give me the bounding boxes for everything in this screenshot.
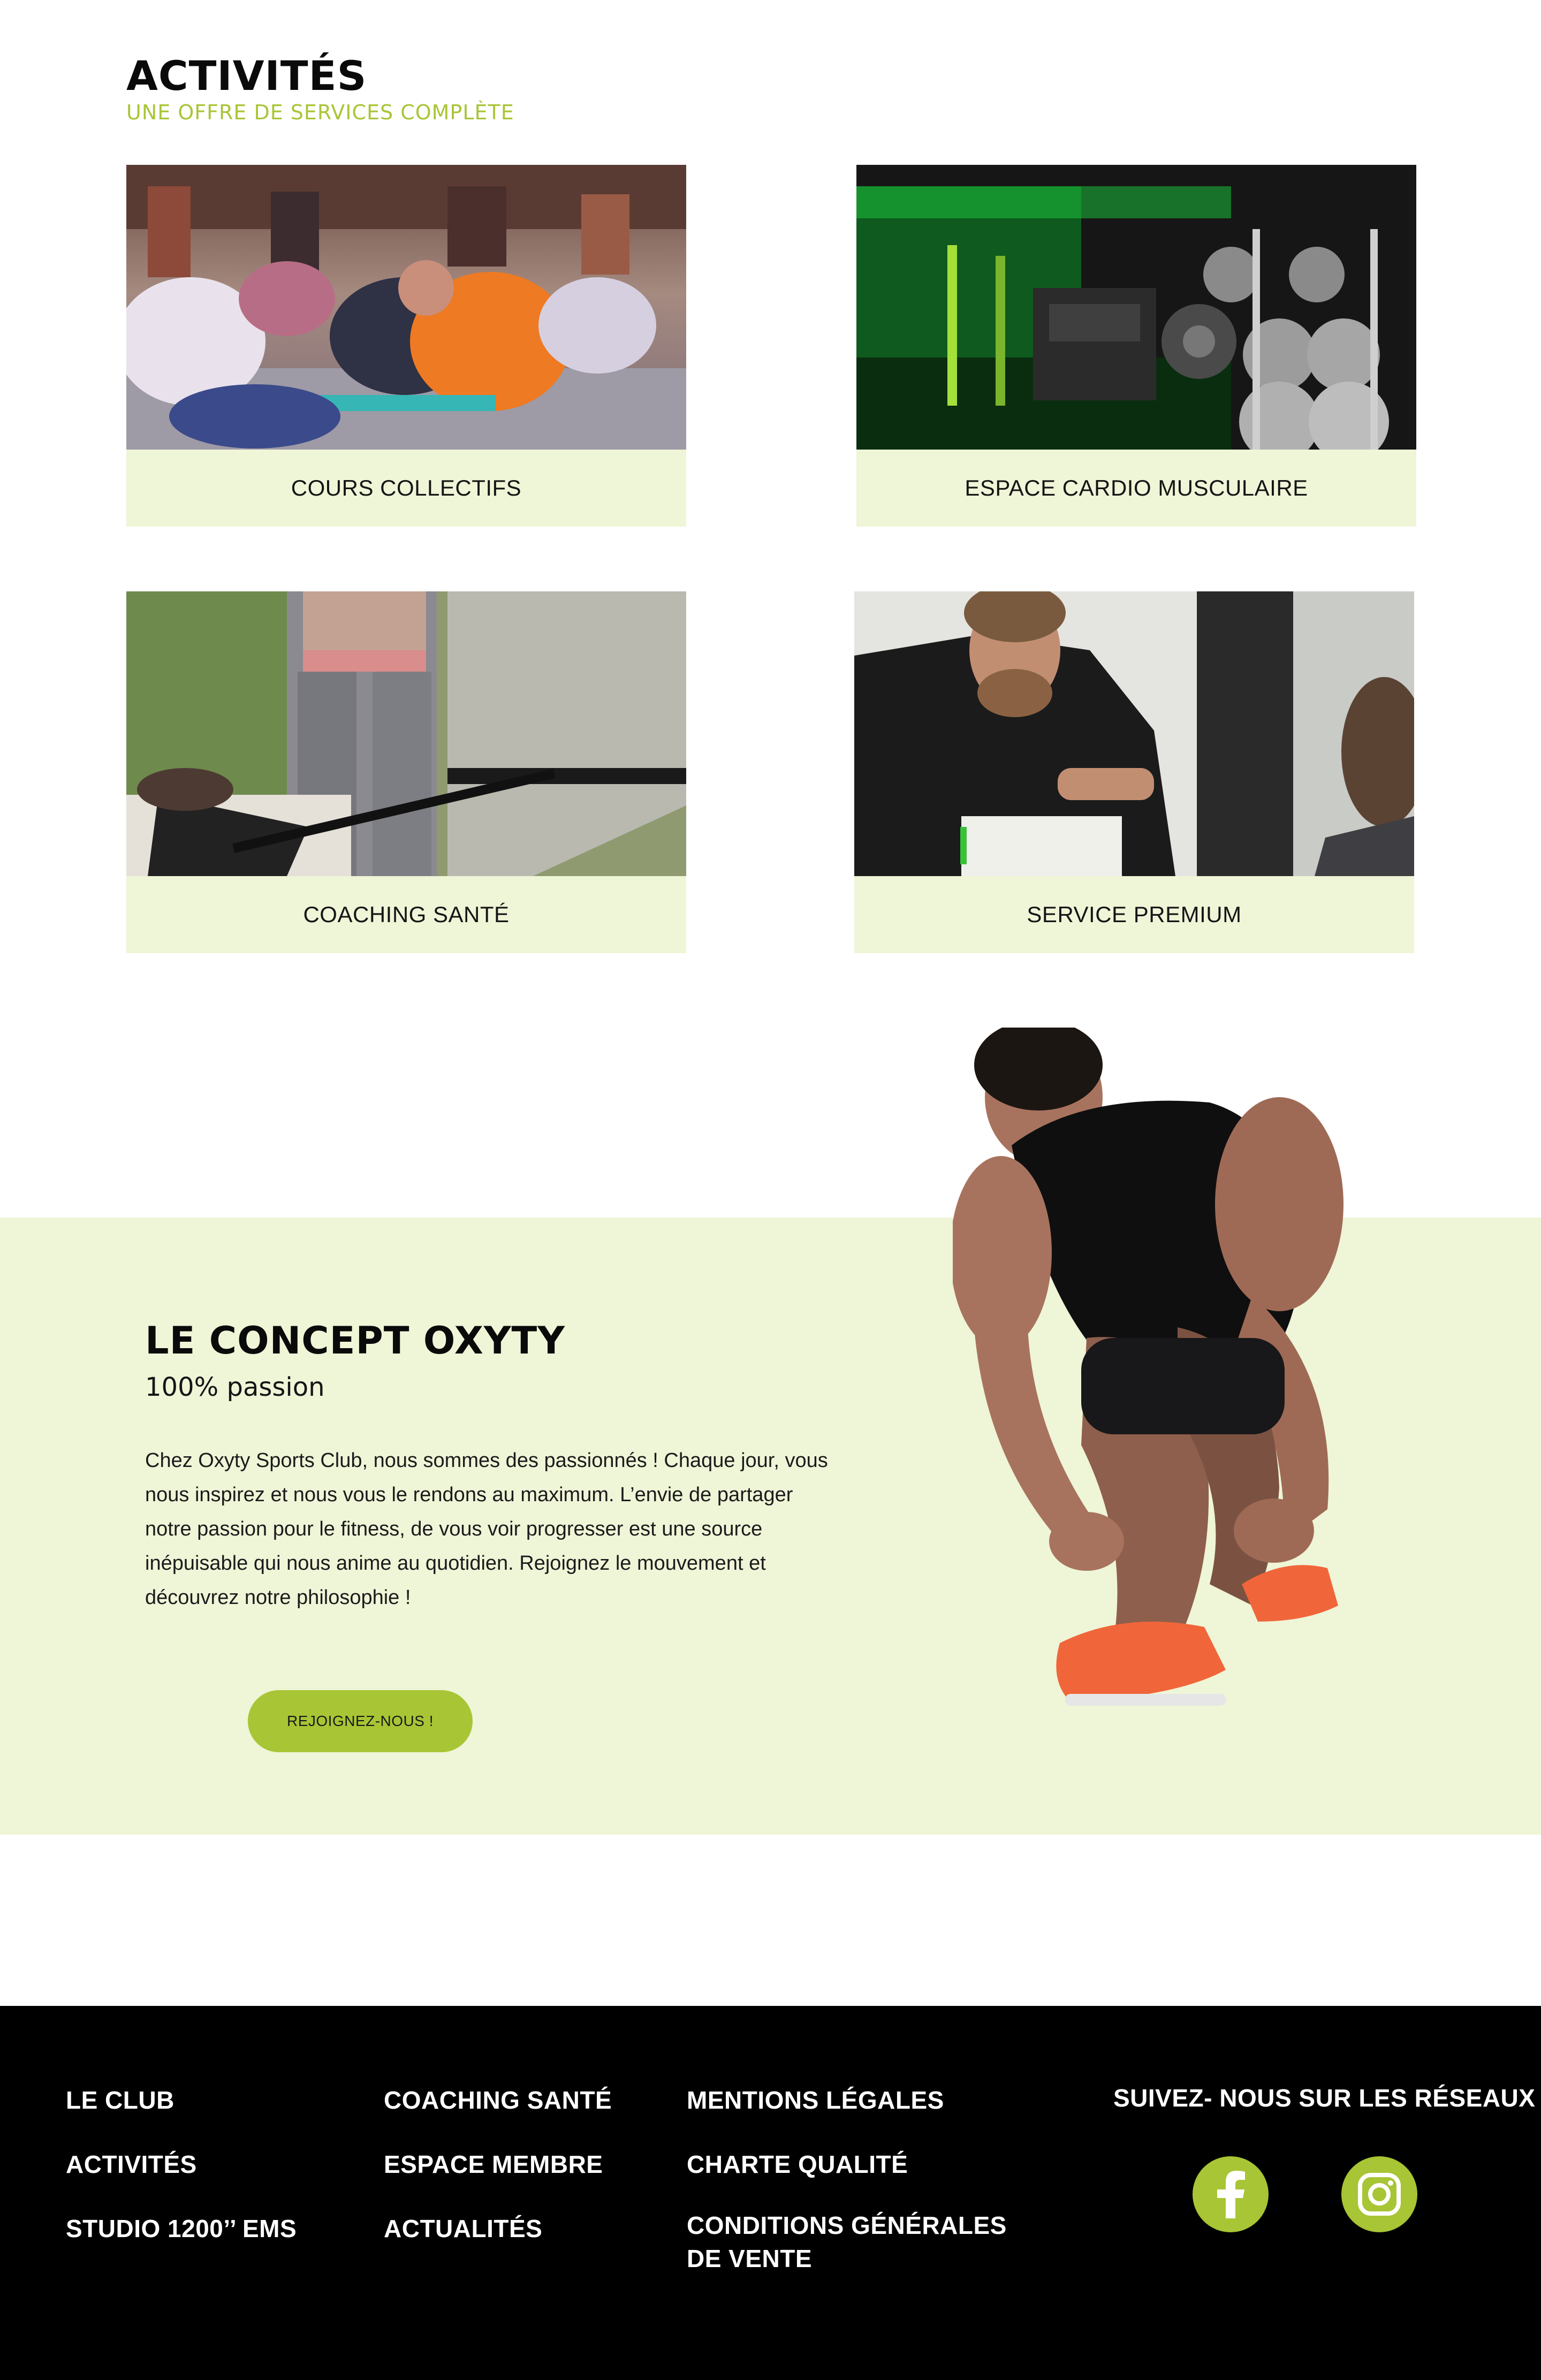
activities-title: ACTIVITÉS: [126, 52, 367, 100]
concept-title: LE CONCEPT OXYTY: [145, 1319, 565, 1363]
card-label: ESPACE CARDIO MUSCULAIRE: [856, 450, 1416, 527]
card-label: SERVICE PREMIUM: [854, 876, 1414, 953]
activity-card-service-premium[interactable]: SERVICE PREMIUM: [854, 591, 1414, 953]
card-label: COACHING SANTÉ: [126, 876, 686, 953]
concept-subtitle: 100% passion: [145, 1372, 325, 1402]
athlete-image: [950, 1020, 1413, 1755]
footer-link-coaching-sante[interactable]: COACHING SANTÉ: [384, 2084, 612, 2117]
premium-service-photo: [854, 591, 1414, 876]
activity-card-espace-cardio-musculaire[interactable]: ESPACE CARDIO MUSCULAIRE: [856, 165, 1416, 527]
activities-header: ACTIVITÉS UNE OFFRE DE SERVICES COMPLÈTE: [126, 52, 514, 125]
group-class-photo: [126, 165, 686, 450]
instagram-icon[interactable]: [1341, 2156, 1417, 2232]
footer-link-studio-ems[interactable]: STUDIO 1200’’ EMS: [66, 2212, 297, 2245]
facebook-icon[interactable]: [1193, 2156, 1269, 2232]
social-title: SUIVEZ- NOUS SUR LES RÉSEAUX: [1113, 2084, 1536, 2112]
footer-link-activites[interactable]: ACTIVITÉS: [66, 2148, 197, 2181]
activity-card-cours-collectifs[interactable]: COURS COLLECTIFS: [126, 165, 686, 527]
footer-link-espace-membre[interactable]: ESPACE MEMBRE: [384, 2148, 603, 2181]
footer-link-charte-qualite[interactable]: CHARTE QUALITÉ: [687, 2148, 908, 2181]
activity-card-coaching-sante[interactable]: COACHING SANTÉ: [126, 591, 686, 953]
concept-body-text: Chez Oxyty Sports Club, nous sommes des …: [145, 1449, 828, 1609]
card-label: COURS COLLECTIFS: [126, 450, 686, 527]
health-coaching-photo: [126, 591, 686, 876]
footer-link-mentions-legales[interactable]: MENTIONS LÉGALES: [687, 2084, 944, 2117]
join-us-button[interactable]: REJOIGNEZ-NOUS !: [248, 1690, 473, 1752]
gym-equipment-photo: [856, 165, 1416, 450]
footer-link-actualites[interactable]: ACTUALITÉS: [384, 2212, 542, 2245]
footer-link-cgv[interactable]: CONDITIONS GÉNÉRALES DE VENTE: [687, 2209, 1019, 2275]
footer: [0, 2006, 1541, 2380]
footer-link-le-club[interactable]: LE CLUB: [66, 2084, 174, 2117]
activities-subtitle: UNE OFFRE DE SERVICES COMPLÈTE: [126, 101, 514, 124]
